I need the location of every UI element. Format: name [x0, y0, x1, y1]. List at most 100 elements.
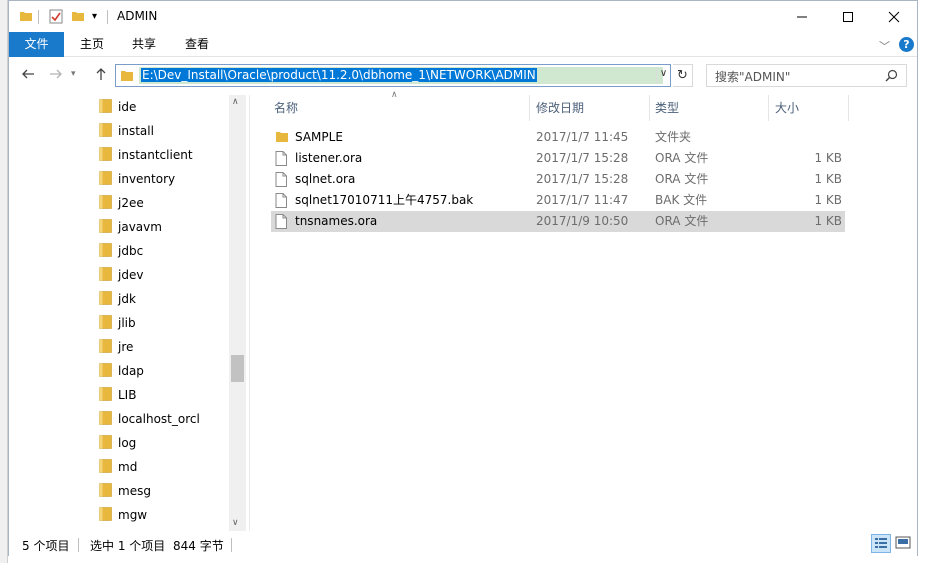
folder-icon	[99, 242, 112, 260]
nav-folder-item[interactable]: jdev	[99, 263, 229, 287]
forward-arrow-icon[interactable]	[49, 67, 63, 85]
nav-folder-label: instantclient	[118, 148, 193, 162]
column-separator[interactable]	[768, 95, 769, 121]
nav-folder-label: install	[118, 124, 154, 138]
folder-icon	[99, 266, 112, 284]
file-size	[762, 127, 842, 148]
nav-folder-item[interactable]: jdbc	[99, 239, 229, 263]
maximize-button[interactable]	[825, 1, 871, 32]
file-size: 1 KB	[814, 214, 842, 228]
file-row[interactable]: sqlnet.ora 2017/1/7 15:28 ORA 文件 1 KB	[271, 169, 845, 190]
nav-scrollbar[interactable]: ∧ ∨	[229, 95, 246, 531]
search-icon[interactable]	[885, 69, 898, 85]
minimize-button[interactable]	[779, 1, 825, 32]
nav-folder-label: ide	[118, 100, 137, 114]
quick-access-dropdown-icon[interactable]: ▾	[92, 11, 97, 22]
nav-folder-item[interactable]: md	[99, 455, 229, 479]
file-row[interactable]: sqlnet17010711上午4757.bak 2017/1/7 11:47 BA…	[271, 190, 845, 211]
scroll-thumb[interactable]	[231, 355, 244, 382]
details-view-button[interactable]	[871, 534, 891, 553]
nav-folder-item[interactable]: inventory	[99, 167, 229, 191]
file-name: tnsnames.ora	[295, 214, 378, 228]
nav-folder-item[interactable]: ide	[99, 95, 229, 119]
nav-folder-item[interactable]: instantclient	[99, 143, 229, 167]
properties-icon[interactable]	[49, 9, 63, 27]
background-window-edge	[0, 0, 8, 563]
tab-view[interactable]: 查看	[172, 32, 222, 57]
back-arrow-icon[interactable]	[21, 67, 35, 85]
nav-folder-item[interactable]: mesg	[99, 479, 229, 503]
column-header-type[interactable]: 类型	[655, 95, 679, 121]
recent-locations-icon[interactable]: ▾	[71, 69, 76, 79]
expand-ribbon-icon[interactable]: ﹀	[879, 38, 890, 54]
search-input[interactable]: 搜索"ADMIN"	[706, 64, 907, 87]
status-bar: 5 个项目 选中 1 个项目 844 字节	[9, 531, 917, 556]
file-size: 1 KB	[814, 172, 842, 186]
folder-icon	[99, 290, 112, 308]
file-name: SAMPLE	[295, 130, 343, 144]
nav-folder-item[interactable]: LIB	[99, 383, 229, 407]
nav-folder-label: jre	[118, 340, 134, 354]
large-icons-view-button[interactable]	[894, 534, 914, 553]
tab-share[interactable]: 共享	[119, 32, 169, 57]
tab-file[interactable]: 文件	[9, 32, 64, 57]
nav-folder-item[interactable]: install	[99, 119, 229, 143]
folder-icon	[99, 506, 112, 524]
folder-icon	[120, 69, 134, 85]
column-header-size[interactable]: 大小	[775, 95, 799, 121]
folder-icon	[99, 434, 112, 452]
file-row[interactable]: SAMPLE 2017/1/7 11:45 文件夹	[271, 127, 845, 148]
folder-icon	[99, 122, 112, 140]
column-header-name[interactable]: 名称	[274, 95, 298, 121]
tab-home[interactable]: 主页	[67, 32, 117, 57]
nav-folder-item[interactable]: localhost_orcl	[99, 407, 229, 431]
navigation-pane: ide install instantclient inventory j2ee java…	[9, 95, 249, 531]
navigation-bar: ▾ E:\Dev_Install\Oracle\product\11.2.0\d…	[9, 57, 917, 95]
nav-folder-item[interactable]: ldap	[99, 359, 229, 383]
nav-folder-item[interactable]: jlib	[99, 311, 229, 335]
column-separator[interactable]	[649, 95, 650, 121]
file-type: ORA 文件	[655, 214, 709, 228]
sort-ascending-icon: ∧	[391, 90, 398, 100]
address-path[interactable]: E:\Dev_Install\Oracle\product\11.2.0\dbh…	[139, 67, 663, 84]
close-button[interactable]	[871, 1, 917, 32]
scroll-up-icon[interactable]: ∧	[232, 97, 239, 107]
refresh-icon[interactable]: ↻	[673, 64, 693, 87]
scroll-down-icon[interactable]: ∨	[232, 518, 239, 528]
file-type: ORA 文件	[655, 172, 709, 186]
nav-folder-label: javavm	[118, 220, 162, 234]
nav-folder-item[interactable]: j2ee	[99, 191, 229, 215]
folder-icon	[99, 314, 112, 332]
nav-folder-item[interactable]: javavm	[99, 215, 229, 239]
search-placeholder: 搜索"ADMIN"	[715, 70, 791, 84]
folder-icon	[99, 218, 112, 236]
address-dropdown-icon[interactable]: ∨	[656, 68, 670, 83]
file-list: ∧ 名称 修改日期 类型 大小 SAMPLE 2017/1/7 11:45 文件夹 l…	[250, 90, 917, 531]
nav-folder-item[interactable]: jre	[99, 335, 229, 359]
file-row[interactable]: listener.ora 2017/1/7 15:28 ORA 文件 1 KB	[271, 148, 845, 169]
column-separator[interactable]	[848, 95, 849, 121]
nav-folder-label: LIB	[118, 388, 137, 402]
folder-icon	[99, 458, 112, 476]
window-title: ADMIN	[117, 9, 158, 23]
file-type: 文件夹	[655, 130, 692, 144]
file-size: 1 KB	[814, 151, 842, 165]
column-header-date[interactable]: 修改日期	[536, 95, 584, 121]
selection-count: 选中 1 个项目	[90, 539, 166, 553]
file-date: 2017/1/9 10:50	[536, 214, 629, 228]
column-separator[interactable]	[529, 95, 530, 121]
nav-folder-label: localhost_orcl	[118, 412, 200, 426]
nav-folder-item[interactable]: log	[99, 431, 229, 455]
help-icon[interactable]: ?	[899, 37, 914, 52]
address-bar[interactable]: E:\Dev_Install\Oracle\product\11.2.0\dbh…	[115, 64, 671, 87]
title-separator	[107, 10, 108, 24]
ribbon-tabs: 文件 主页 共享 查看 ﹀ ?	[9, 32, 917, 57]
up-arrow-icon[interactable]	[94, 67, 108, 85]
nav-folder-item[interactable]: jdk	[99, 287, 229, 311]
new-folder-icon[interactable]	[71, 9, 85, 26]
nav-folder-label: ldap	[118, 364, 144, 378]
file-row[interactable]: tnsnames.ora 2017/1/9 10:50 ORA 文件 1 KB	[271, 211, 845, 232]
nav-folder-item[interactable]: mgw	[99, 503, 229, 527]
folder-icon	[19, 9, 33, 26]
desktop-edge	[918, 0, 926, 563]
